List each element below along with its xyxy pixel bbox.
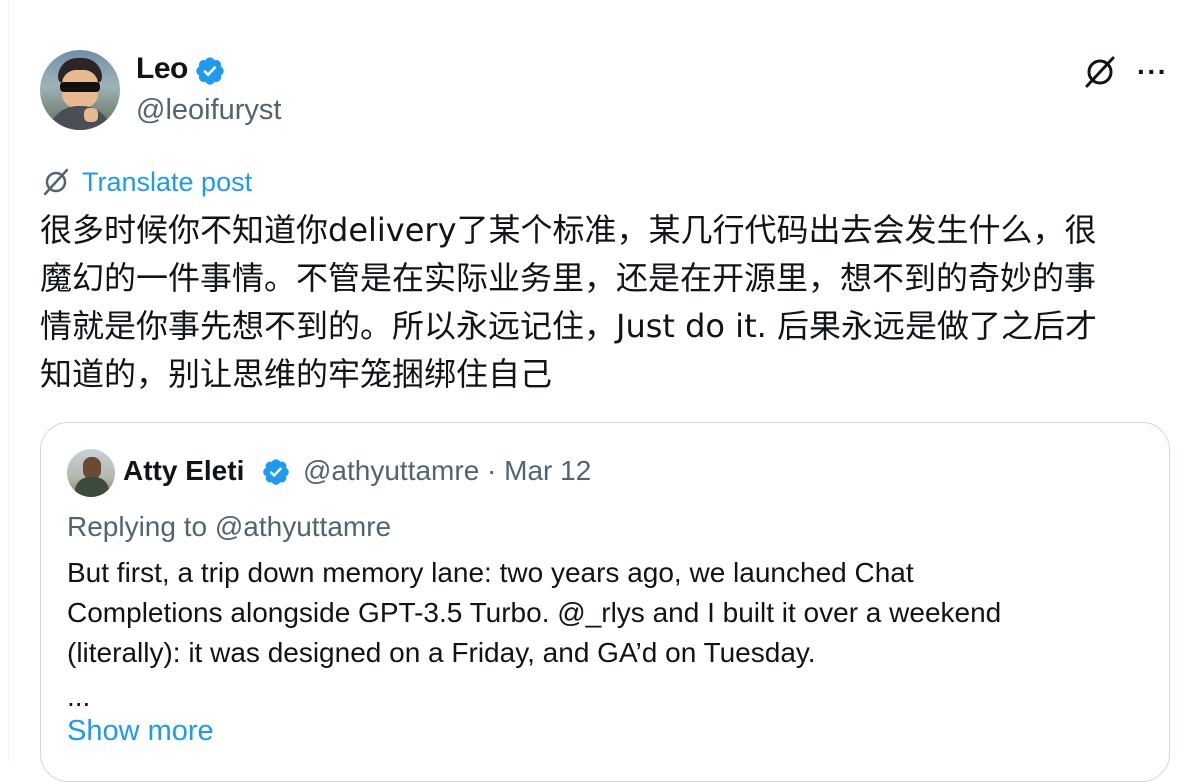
quoted-ellipsis: ...	[67, 681, 91, 712]
replying-to: Replying to @athyuttamre	[67, 511, 392, 542]
verified-badge-icon	[196, 57, 224, 85]
quoted-verified-badge-icon	[263, 459, 289, 485]
quoted-post[interactable]: Atty Eleti @athyuttamre · Mar 12 Replyin…	[40, 422, 1170, 782]
timeline-divider	[0, 0, 9, 762]
translate-post-link[interactable]: Translate post	[40, 166, 252, 198]
author-handle[interactable]: @leoifuryst	[136, 94, 281, 127]
translate-label[interactable]: Translate post	[82, 167, 252, 198]
author-avatar[interactable]	[40, 50, 120, 130]
quoted-text: But first, a trip down memory lane: two …	[67, 557, 1002, 668]
show-more-link[interactable]: Show more	[67, 715, 214, 748]
quoted-author-meta[interactable]: @athyuttamre · Mar 12	[303, 455, 591, 487]
more-icon[interactable]: ···	[1137, 56, 1168, 88]
quoted-author-name[interactable]: Atty Eleti	[123, 455, 244, 487]
quoted-author-avatar[interactable]	[67, 449, 115, 497]
translate-icon	[43, 168, 69, 196]
author-name[interactable]: Leo	[136, 52, 188, 86]
post-text: 很多时候你不知道你delivery了某个标准，某几行代码出去会发生什么，很 魔幻…	[40, 211, 1097, 393]
grok-icon[interactable]	[1082, 54, 1118, 90]
